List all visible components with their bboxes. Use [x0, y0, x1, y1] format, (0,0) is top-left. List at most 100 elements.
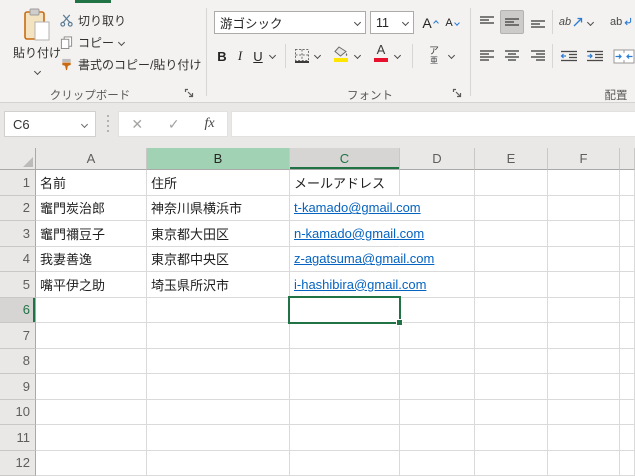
cell-D7[interactable]: [400, 323, 475, 349]
cell-E4[interactable]: [475, 247, 548, 273]
phonetic-dropdown-icon[interactable]: [448, 52, 455, 59]
decrease-indent-button[interactable]: [557, 44, 581, 68]
cell-A4[interactable]: 我妻善逸: [36, 247, 147, 273]
italic-button[interactable]: I: [231, 44, 249, 68]
cell-partial3[interactable]: [620, 221, 635, 247]
cell-partial6[interactable]: [620, 298, 635, 324]
decrease-font-size-button[interactable]: A: [441, 11, 463, 35]
align-bottom-button[interactable]: [527, 10, 549, 34]
increase-indent-button[interactable]: [583, 44, 607, 68]
cell-F1[interactable]: [548, 170, 620, 196]
cell-C10[interactable]: [290, 400, 400, 426]
borders-button[interactable]: [292, 44, 312, 68]
row-header-10[interactable]: 10: [0, 400, 36, 426]
cell-F10[interactable]: [548, 400, 620, 426]
formula-bar-resize-dots-icon[interactable]: [107, 120, 109, 122]
cell-D2[interactable]: [400, 196, 475, 222]
cell-B1[interactable]: 住所: [147, 170, 290, 196]
formula-input[interactable]: [231, 111, 635, 137]
cell-partial5[interactable]: [620, 272, 635, 298]
font-dialog-launcher-icon[interactable]: [452, 88, 463, 99]
cell-C5[interactable]: i-hashibira@gmail.com: [290, 272, 400, 298]
cell-partial7[interactable]: [620, 323, 635, 349]
cell-B9[interactable]: [147, 374, 290, 400]
column-header-F[interactable]: F: [548, 148, 620, 170]
cell-E5[interactable]: [475, 272, 548, 298]
cell-A1[interactable]: 名前: [36, 170, 147, 196]
cell-D9[interactable]: [400, 374, 475, 400]
active-cell-selection[interactable]: [288, 296, 401, 324]
font-size-dropdown-icon[interactable]: [402, 19, 409, 26]
cell-A11[interactable]: [36, 425, 147, 451]
align-top-button[interactable]: [476, 10, 498, 34]
cut-button[interactable]: 切り取り: [56, 9, 205, 31]
cell-B11[interactable]: [147, 425, 290, 451]
cell-partial8[interactable]: [620, 349, 635, 375]
row-header-7[interactable]: 7: [0, 323, 36, 349]
cell-partial10[interactable]: [620, 400, 635, 426]
cell-A12[interactable]: [36, 451, 147, 476]
increase-font-size-button[interactable]: A: [419, 11, 441, 35]
cell-C7[interactable]: [290, 323, 400, 349]
cell-D1[interactable]: [400, 170, 475, 196]
cell-F9[interactable]: [548, 374, 620, 400]
cell-D12[interactable]: [400, 451, 475, 476]
cell-E9[interactable]: [475, 374, 548, 400]
cell-C8[interactable]: [290, 349, 400, 375]
row-header-3[interactable]: 3: [0, 221, 36, 247]
column-header-D[interactable]: D: [400, 148, 475, 170]
cell-E2[interactable]: [475, 196, 548, 222]
cell-B5[interactable]: 埼玉県所沢市: [147, 272, 290, 298]
cell-C4[interactable]: z-agatsuma@gmail.com: [290, 247, 400, 273]
orientation-button[interactable]: ab: [558, 10, 584, 34]
column-header-E[interactable]: E: [475, 148, 548, 170]
cell-partial11[interactable]: [620, 425, 635, 451]
column-header-A[interactable]: A: [36, 148, 147, 170]
cell-D5[interactable]: [400, 272, 475, 298]
borders-dropdown-icon[interactable]: [314, 52, 321, 59]
fill-handle[interactable]: [396, 319, 403, 326]
bold-button[interactable]: B: [212, 44, 232, 68]
cell-B3[interactable]: 東京都大田区: [147, 221, 290, 247]
font-size-combo[interactable]: 11: [370, 11, 414, 34]
cell-E8[interactable]: [475, 349, 548, 375]
cell-B7[interactable]: [147, 323, 290, 349]
cell-D4[interactable]: [400, 247, 475, 273]
cell-partial12[interactable]: [620, 451, 635, 476]
cell-A2[interactable]: 竈門炭治郎: [36, 196, 147, 222]
cell-B12[interactable]: [147, 451, 290, 476]
underline-button[interactable]: U: [249, 44, 267, 68]
copy-dropdown-icon[interactable]: [118, 38, 125, 45]
cell-D3[interactable]: [400, 221, 475, 247]
fill-color-button[interactable]: [331, 46, 351, 62]
row-header-12[interactable]: 12: [0, 451, 36, 476]
cell-B10[interactable]: [147, 400, 290, 426]
cell-F6[interactable]: [548, 298, 620, 324]
cell-C12[interactable]: [290, 451, 400, 476]
cancel-button[interactable]: ✕: [131, 116, 143, 133]
underline-dropdown-icon[interactable]: [269, 52, 276, 59]
copy-button[interactable]: コピー: [56, 31, 205, 53]
cell-C2[interactable]: t-kamado@gmail.com: [290, 196, 400, 222]
cell-F8[interactable]: [548, 349, 620, 375]
cell-C11[interactable]: [290, 425, 400, 451]
wrap-text-button[interactable]: ab c: [610, 10, 635, 34]
cell-F12[interactable]: [548, 451, 620, 476]
cell-A3[interactable]: 竈門禰豆子: [36, 221, 147, 247]
cell-partial4[interactable]: [620, 247, 635, 273]
font-color-dropdown-icon[interactable]: [394, 52, 401, 59]
cell-E3[interactable]: [475, 221, 548, 247]
font-name-combo[interactable]: 游ゴシック: [214, 11, 366, 34]
cell-D10[interactable]: [400, 400, 475, 426]
column-header-C[interactable]: C: [290, 148, 400, 170]
cell-A6[interactable]: [36, 298, 147, 324]
name-box-dropdown-icon[interactable]: [81, 120, 88, 127]
cell-E10[interactable]: [475, 400, 548, 426]
align-middle-button[interactable]: [500, 10, 524, 34]
row-header-1[interactable]: 1: [0, 170, 36, 196]
cell-partial9[interactable]: [620, 374, 635, 400]
cell-E12[interactable]: [475, 451, 548, 476]
column-header-partial[interactable]: [620, 148, 635, 170]
cell-partial2[interactable]: [620, 196, 635, 222]
cell-B2[interactable]: 神奈川県横浜市: [147, 196, 290, 222]
